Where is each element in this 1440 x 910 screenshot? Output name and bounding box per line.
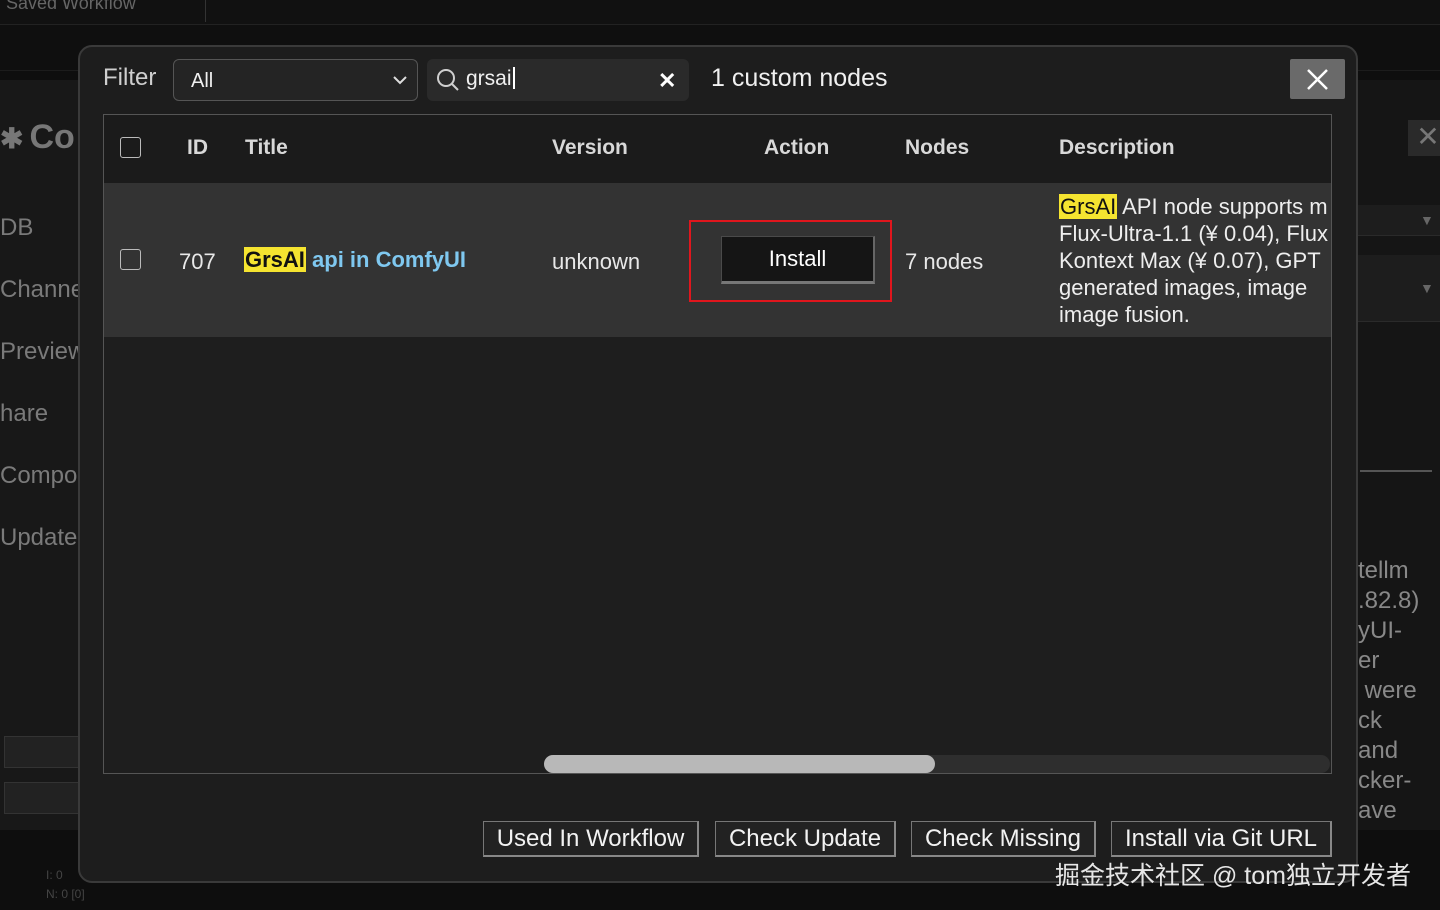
- row-id: 707: [179, 249, 216, 274]
- close-icon: [1307, 69, 1328, 90]
- puzzle-icon: ✱: [0, 123, 24, 154]
- install-via-git-url-button[interactable]: Install via Git URL: [1111, 821, 1332, 857]
- column-header-description[interactable]: Description: [1059, 136, 1175, 160]
- filter-select[interactable]: All: [173, 59, 418, 101]
- dropdown-arrow-icon: ▼: [1420, 280, 1434, 296]
- row-description: GrsAI API node supports m Flux-Ultra-1.1…: [1059, 194, 1328, 327]
- background-top-bar: Saved Workflow: [0, 0, 1440, 25]
- used-in-workflow-button[interactable]: Used In Workflow: [483, 821, 699, 857]
- background-menu-item[interactable]: DB: [0, 214, 33, 242]
- table-row[interactable]: 707 GrsAI api in ComfyUI unknown Install…: [104, 183, 1331, 337]
- check-update-button[interactable]: Check Update: [715, 821, 896, 857]
- background-manager-panel: [0, 80, 80, 830]
- background-stat-line: N: 0 [0]: [46, 887, 85, 901]
- background-button[interactable]: [4, 782, 80, 814]
- column-header-version[interactable]: Version: [552, 136, 628, 160]
- row-version: unknown: [552, 249, 641, 274]
- column-header-action[interactable]: Action: [764, 136, 829, 160]
- background-button[interactable]: [4, 736, 80, 768]
- install-button[interactable]: Install: [721, 236, 875, 284]
- background-menu-item[interactable]: Update: [0, 524, 77, 552]
- filter-select-value: All: [191, 70, 214, 92]
- select-all-checkbox[interactable]: [120, 137, 141, 158]
- row-checkbox[interactable]: [120, 249, 141, 270]
- description-highlight: GrsAI: [1059, 194, 1118, 219]
- chevron-down-icon: [389, 67, 411, 98]
- row-title-link[interactable]: GrsAI api in ComfyUI: [244, 247, 466, 273]
- custom-nodes-table: ID Title Version Action Nodes Descriptio…: [103, 114, 1332, 774]
- horizontal-scrollbar-thumb[interactable]: [544, 755, 935, 773]
- close-dialog-button[interactable]: [1290, 59, 1345, 99]
- title-text: api in ComfyUI: [305, 247, 467, 272]
- title-highlight: GrsAI: [244, 247, 306, 272]
- search-icon: [436, 68, 460, 97]
- watermark: 掘金技术社区 @ tom独立开发者: [1055, 862, 1411, 890]
- background-menu-item[interactable]: Channe: [0, 276, 84, 304]
- clear-search-icon[interactable]: ✕: [658, 68, 676, 94]
- background-menu-item[interactable]: Preview: [0, 338, 85, 366]
- background-description-text: tellm .82.8) yUI- er were ck and cker- a…: [1358, 557, 1420, 824]
- background-divider: [1360, 470, 1432, 472]
- column-header-nodes[interactable]: Nodes: [905, 136, 969, 160]
- table-header: ID Title Version Action Nodes Descriptio…: [104, 115, 1331, 183]
- row-node-count: 7 nodes: [905, 249, 984, 274]
- background-workflow-tab[interactable]: Saved Workflow: [0, 0, 206, 22]
- dropdown-arrow-icon: ▼: [1420, 212, 1434, 228]
- search-input-value: grsai: [466, 67, 515, 91]
- filter-label: Filter: [103, 64, 157, 91]
- search-input[interactable]: grsai ✕: [427, 59, 689, 101]
- background-panel-title: ✱ Co: [0, 118, 75, 156]
- background-close-icon[interactable]: ✕: [1408, 120, 1440, 156]
- background-menu-item[interactable]: hare: [0, 400, 48, 428]
- text-caret: [512, 67, 515, 89]
- background-stat-line: I: 0: [46, 868, 63, 882]
- column-header-title[interactable]: Title: [245, 136, 288, 160]
- check-missing-button[interactable]: Check Missing: [911, 821, 1096, 857]
- result-count: 1 custom nodes: [711, 64, 888, 92]
- column-header-id[interactable]: ID: [187, 136, 208, 160]
- background-menu-item[interactable]: Compor: [0, 462, 85, 490]
